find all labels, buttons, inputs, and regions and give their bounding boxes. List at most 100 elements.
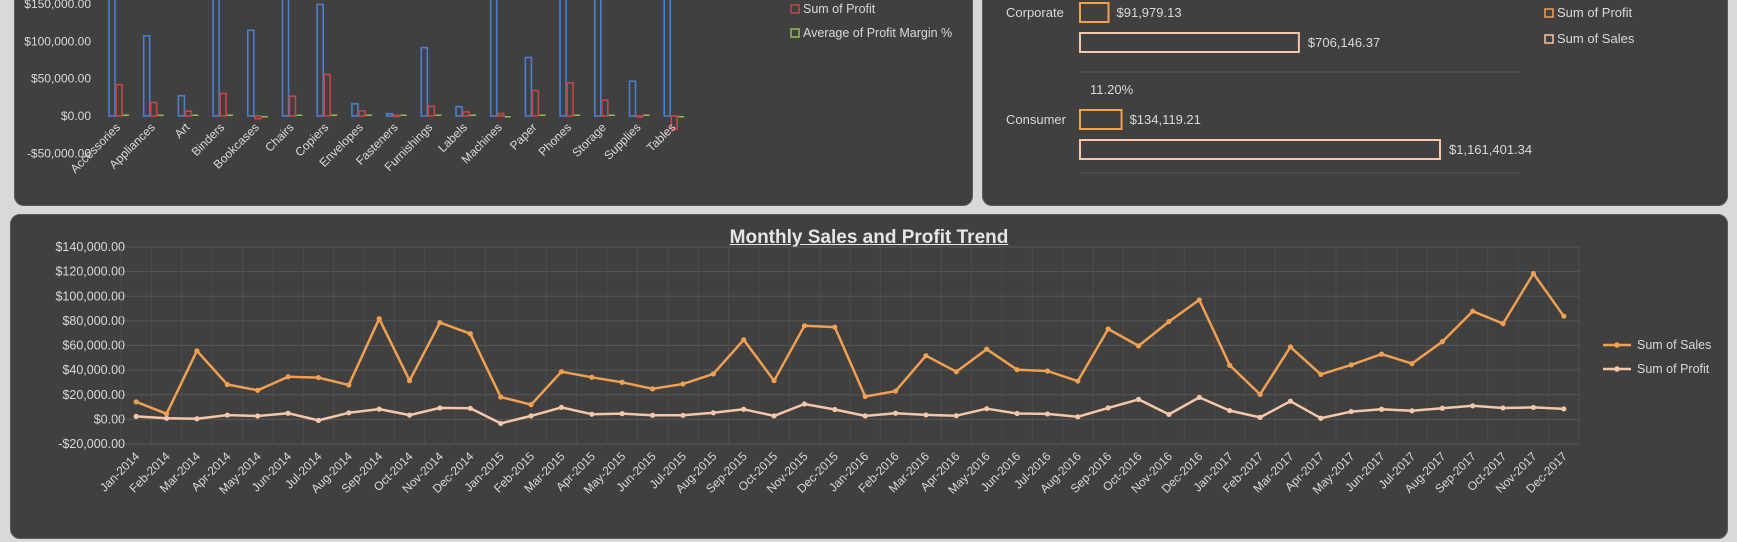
sales-point (589, 374, 595, 380)
profit-bar (358, 110, 366, 117)
x-tick-label: Tables (644, 120, 678, 154)
sales-point (163, 411, 170, 417)
profit-bar (427, 105, 436, 117)
sales-bar (489, 0, 498, 117)
sales-point (741, 337, 747, 343)
sales-point (1075, 378, 1081, 384)
profit-bar (462, 111, 470, 117)
y-tick-label: $100,000.00 (24, 34, 91, 48)
y-tick-label: $60,000.00 (62, 339, 125, 353)
trend-line-chart: -$20,000.00 $0.00 $20,000.00 $40,000.00 $60,… (55, 240, 1711, 497)
profit-bar (149, 101, 158, 117)
legend-swatch (790, 4, 800, 14)
sales-point (801, 323, 808, 329)
sales-bar (385, 112, 394, 117)
profit-point (558, 404, 565, 410)
sales-bar (247, 29, 255, 117)
sales-point (1014, 367, 1020, 373)
legend-label: Sum of Profit (1557, 5, 1633, 20)
segment-label: Consumer (1006, 112, 1067, 127)
sales-bar (281, 0, 290, 117)
sales-point (1409, 361, 1415, 367)
profit-bar (1079, 109, 1123, 130)
profit-point (1348, 408, 1354, 415)
margin-bar (261, 116, 268, 118)
sales-bar (1079, 139, 1441, 160)
sales-point (346, 382, 352, 388)
profit-point (346, 410, 352, 416)
profit-data-label: $91,979.13 (1117, 5, 1182, 20)
sales-bar (628, 80, 637, 117)
x-tick-label: Art (172, 120, 193, 141)
y-tick-label: $40,000.00 (62, 363, 125, 377)
profit-point (285, 410, 291, 416)
margin-bar (470, 114, 476, 116)
profit-point (467, 405, 473, 411)
profit-point (437, 405, 443, 411)
margin-bar (192, 114, 199, 116)
profit-bar (566, 81, 574, 117)
sales-point (1561, 313, 1567, 319)
margin-bar (539, 114, 546, 116)
y-tick-label: $0.00 (61, 109, 91, 123)
sales-data-label: $1,161,401.34 (1449, 142, 1532, 157)
sales-point (1439, 339, 1445, 345)
legend-swatch (1544, 8, 1554, 18)
sales-bar (420, 46, 429, 117)
sales-point (649, 386, 656, 392)
profit-point (741, 406, 747, 412)
margin-bar (365, 114, 372, 116)
profit-point (984, 406, 990, 412)
sales-data-label: $706,146.37 (1308, 35, 1380, 50)
profit-point (923, 412, 929, 418)
sales-point (255, 387, 261, 393)
sales-bar (212, 0, 220, 117)
legend-swatch (790, 28, 800, 38)
profit-point (1378, 406, 1385, 412)
profit-bar (323, 73, 332, 117)
sales-point (1044, 368, 1051, 374)
margin-bar (435, 114, 442, 116)
profit-point (680, 412, 686, 418)
sales-bar (142, 34, 151, 117)
margin-bar (296, 114, 303, 116)
margin-bar (678, 116, 685, 118)
profit-point (1196, 394, 1202, 400)
sales-point (285, 374, 291, 380)
profit-bar (288, 95, 297, 117)
y-tick-label: $80,000.00 (62, 314, 125, 328)
profit-point (771, 413, 777, 419)
profit-point (892, 410, 899, 416)
profit-point (1075, 414, 1081, 420)
profit-point (1166, 411, 1172, 418)
profit-point (376, 406, 382, 412)
profit-point (1227, 407, 1233, 414)
profit-point (133, 413, 139, 419)
profit-bar (392, 114, 401, 118)
sales-point (1348, 362, 1354, 368)
profit-point (589, 411, 595, 417)
annotation-label: 11.20% (1090, 82, 1134, 97)
profit-bar (1079, 2, 1110, 23)
sales-point (528, 402, 534, 408)
profit-point (1105, 405, 1111, 411)
profit-point (1135, 396, 1142, 402)
sales-point (376, 316, 382, 322)
sales-point (862, 393, 868, 400)
profit-bar (600, 99, 609, 117)
profit-point (1044, 411, 1051, 417)
margin-bar (157, 114, 164, 116)
sales-bar (108, 0, 116, 117)
legend-marker (1614, 342, 1620, 348)
sales-bar (1079, 32, 1300, 53)
sales-point (406, 378, 413, 384)
sales-point (710, 371, 716, 377)
profit-point (832, 406, 838, 413)
profit-point (801, 401, 808, 407)
sales-point (1318, 371, 1324, 378)
sales-point (558, 369, 565, 375)
profit-bar (635, 115, 644, 118)
profit-point (315, 417, 322, 424)
profit-point (406, 412, 413, 418)
y-tick-label: $120,000.00 (55, 265, 125, 279)
